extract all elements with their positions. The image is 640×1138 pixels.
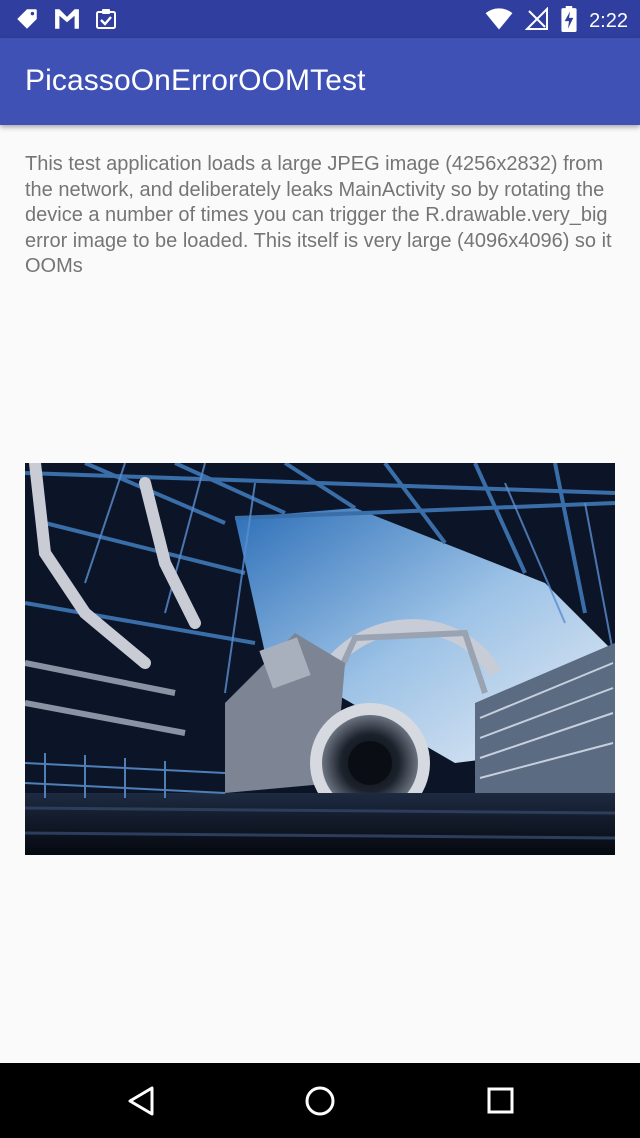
app-bar: PicassoOnErrorOOMTest: [0, 38, 640, 125]
navigation-bar: [0, 1063, 640, 1138]
notification-icons: [14, 6, 118, 36]
recents-button[interactable]: [480, 1083, 520, 1119]
status-bar: 2:22: [0, 0, 640, 38]
description-text: This test application loads a large JPEG…: [25, 153, 612, 277]
system-icons: 2:22: [485, 6, 628, 36]
clock: 2:22: [589, 10, 628, 32]
telescope-photo: [25, 463, 615, 855]
no-signal-icon: [524, 6, 549, 35]
gmail-icon: [54, 7, 80, 35]
home-button[interactable]: [300, 1083, 340, 1119]
battery-charging-icon: [561, 6, 577, 36]
back-triangle-icon: [128, 1086, 154, 1116]
home-circle-icon: [305, 1086, 335, 1116]
clipboard-check-icon: [94, 7, 118, 35]
wifi-icon: [485, 7, 513, 35]
app-title: PicassoOnErrorOOMTest: [25, 64, 366, 97]
telescope-image: [25, 463, 615, 855]
back-button[interactable]: [121, 1083, 161, 1119]
recents-square-icon: [487, 1087, 514, 1114]
tag-icon: [14, 6, 40, 36]
